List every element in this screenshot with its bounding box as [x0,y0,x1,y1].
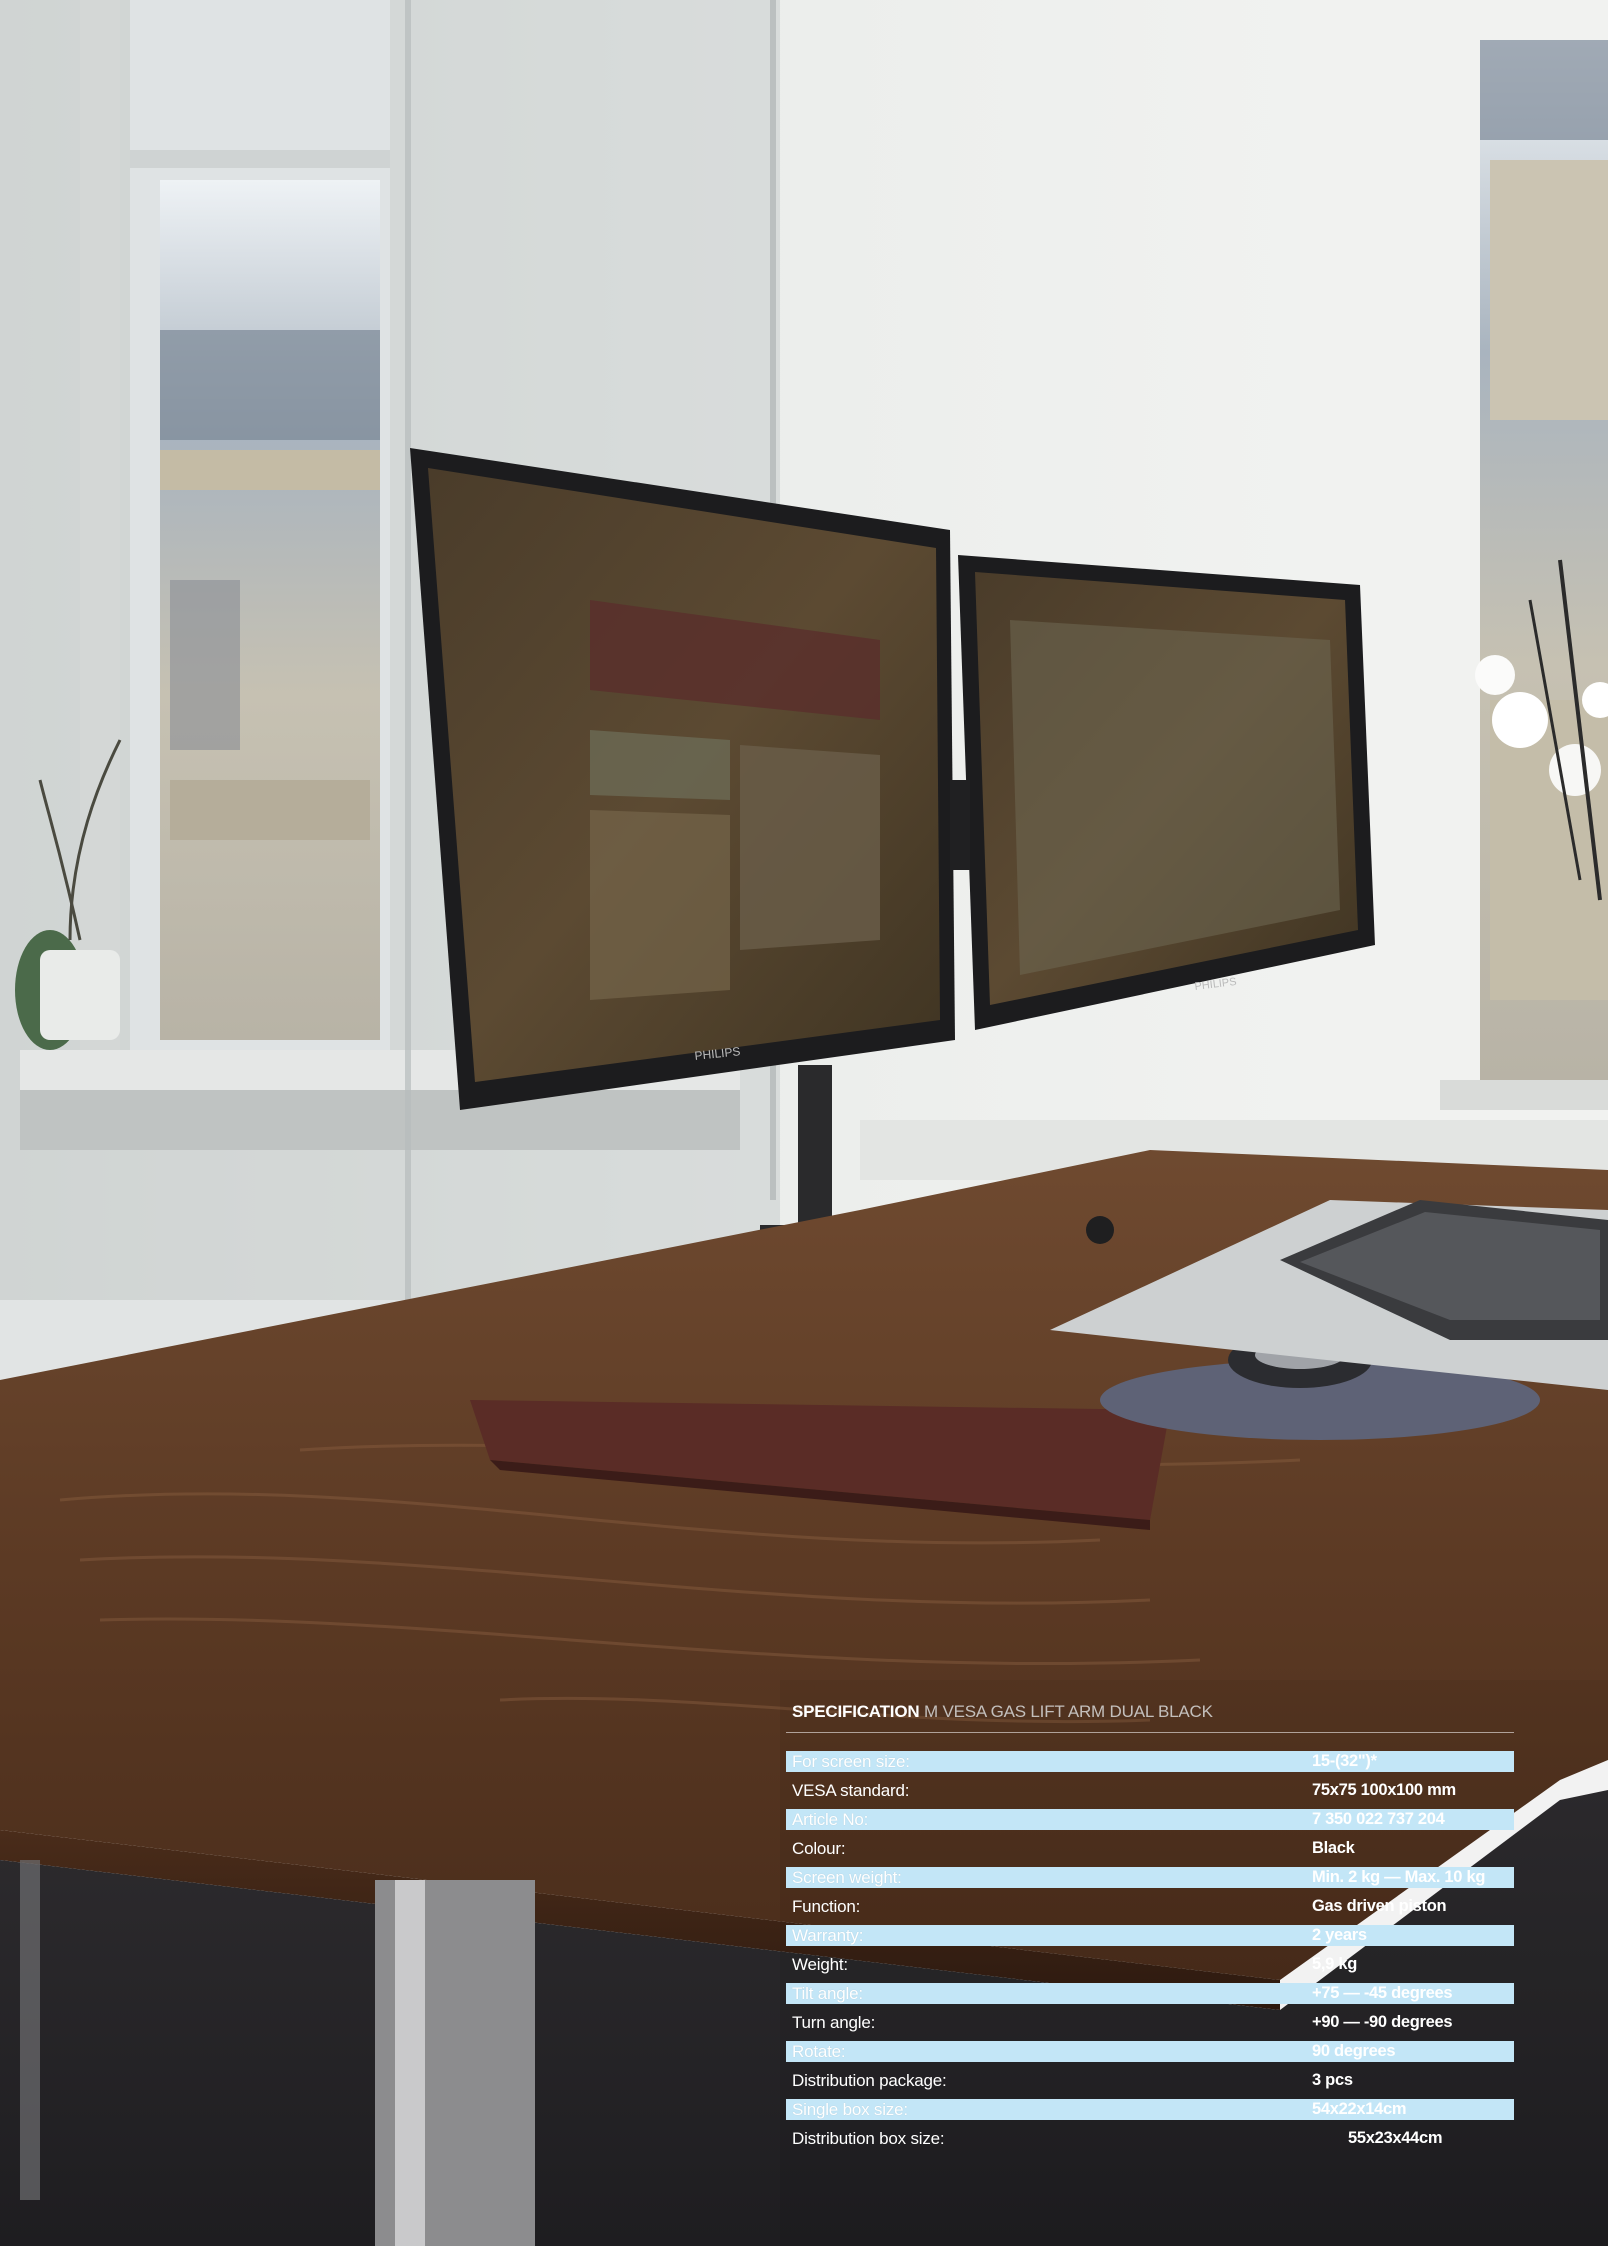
spec-row: Weight: 5,9 kg [786,1950,1514,1979]
spec-header: SPECIFICATION M VESA GAS LIFT ARM DUAL B… [786,1700,1514,1724]
spec-row: Tilt angle: +75 — -45 degrees [786,1979,1514,2008]
spec-value: 7 350 022 737 204 [1308,1809,1514,1830]
spec-value: 55x23x44cm [1348,2129,1443,2147]
spec-value: +90 — -90 degrees [1312,2013,1453,2031]
spec-label: Warranty: [786,1925,1308,1946]
spec-label: Colour: [792,1839,846,1858]
spec-label: Rotate: [786,2041,1308,2062]
spec-label: VESA standard: [792,1781,910,1800]
spec-row: Rotate: 90 degrees [786,2037,1514,2066]
spec-value: 75x75 100x100 mm [1312,1781,1456,1799]
spec-subtitle: M VESA GAS LIFT ARM DUAL BLACK [923,1702,1213,1721]
spec-label: Screen weight: [786,1867,1308,1888]
spec-label: For screen size: [786,1751,1308,1772]
spec-label: Weight: [792,1955,848,1974]
spec-label: Tilt angle: [786,1983,1308,2004]
specification-panel: SPECIFICATION M VESA GAS LIFT ARM DUAL B… [786,1700,1514,2153]
spec-value: 3 pcs [1312,2071,1353,2089]
spec-row: Screen weight: Min. 2 kg — Max. 10 kg [786,1863,1514,1892]
spec-value: Black [1312,1839,1355,1857]
spec-value: Gas driven piston [1312,1897,1447,1915]
spec-label: Article No: [786,1809,1308,1830]
spec-value: +75 — -45 degrees [1308,1983,1514,2004]
spec-value: 15-(32")* [1308,1751,1514,1772]
spec-row: Distribution package: 3 pcs [786,2066,1514,2095]
spec-row: VESA standard: 75x75 100x100 mm [786,1776,1514,1805]
spec-row: Turn angle: +90 — -90 degrees [786,2008,1514,2037]
spec-label: Function: [792,1897,861,1916]
spec-row: Colour: Black [786,1834,1514,1863]
spec-label: Distribution box size: [792,2129,945,2148]
spec-row: Article No: 7 350 022 737 204 [786,1805,1514,1834]
spec-row: Function: Gas driven piston [786,1892,1514,1921]
spec-value: 2 years [1308,1925,1514,1946]
spec-row: For screen size: 15-(32")* [786,1747,1514,1776]
spec-value: Min. 2 kg — Max. 10 kg [1308,1867,1514,1888]
spec-value: 54x22x14cm [1308,2099,1514,2120]
spec-label: Distribution package: [792,2071,947,2090]
spec-row: Distribution box size: 55x23x44cm [786,2124,1514,2153]
spec-row: Single box size: 54x22x14cm [786,2095,1514,2124]
spec-label: Turn angle: [792,2013,876,2032]
spec-value: 5,9 kg [1312,1955,1357,1973]
spec-divider [786,1732,1514,1733]
spec-row: Warranty: 2 years [786,1921,1514,1950]
spec-table: For screen size: 15-(32")* VESA standard: 7… [786,1747,1514,2153]
spec-title: SPECIFICATION [792,1702,920,1721]
spec-value: 90 degrees [1308,2041,1514,2062]
spec-label: Single box size: [786,2099,1308,2120]
